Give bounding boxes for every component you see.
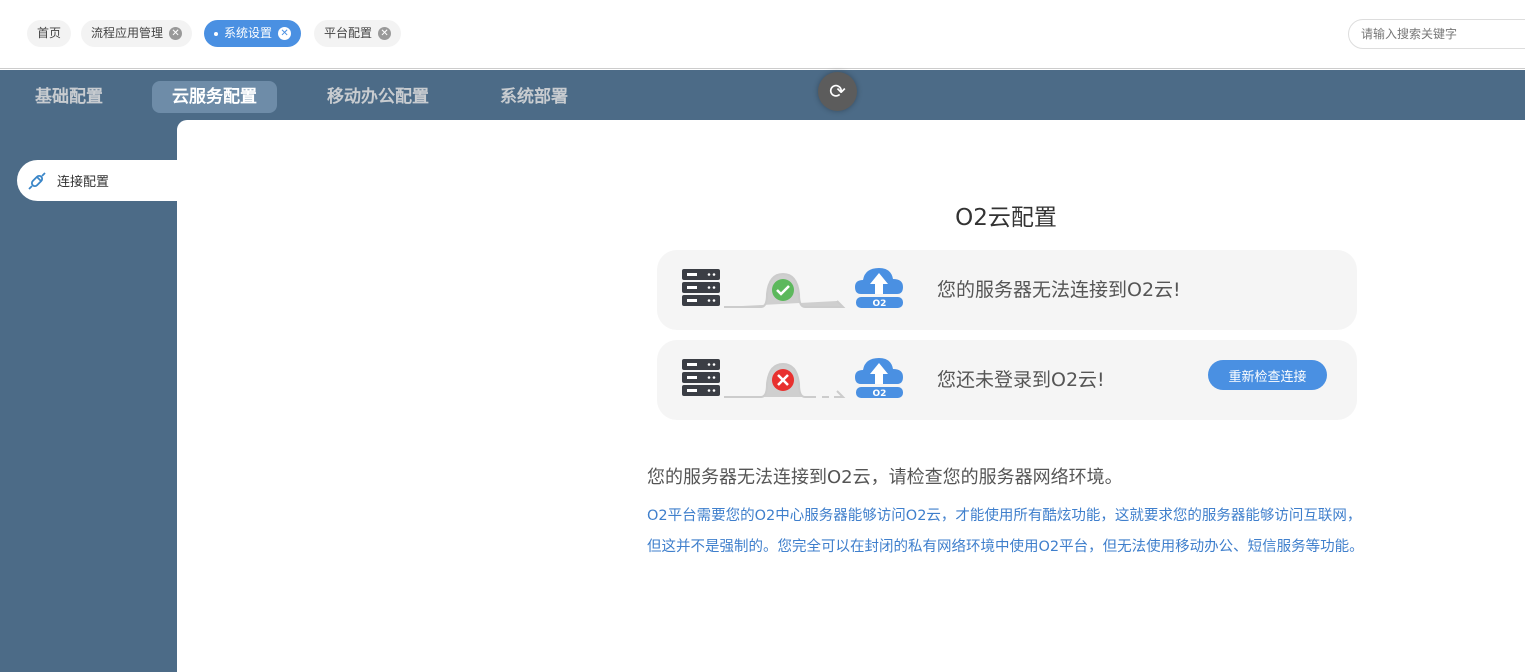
status-card-connection: O2 您的服务器无法连接到O2云! [657,250,1357,330]
connection-ok-icon: O2 [682,268,903,309]
connection-error-icon: O2 [682,358,903,399]
menu-mobile-config[interactable]: 移动办公配置 [307,81,449,113]
close-icon[interactable]: ✕ [169,27,183,40]
tab-home[interactable]: 首页 [27,20,72,47]
tab-platform-config[interactable]: 平台配置 ✕ [314,20,402,47]
menu-basic-config[interactable]: 基础配置 [15,81,123,113]
sidebar-item-connection[interactable]: 连接配置 [17,160,187,201]
refresh-icon[interactable]: ⟳ [818,72,857,111]
tab-label: 平台配置 [324,26,373,40]
tab-label: 系统设置 [224,26,273,40]
tab-label: 流程应用管理 [91,26,164,40]
status-card-login: O2 您还未登录到O2云! 重新检查连接 [657,340,1357,420]
page-title: O2云配置 [955,205,1057,231]
search-input[interactable] [1348,19,1525,49]
tab-system-settings[interactable]: 系统设置 ✕ [204,20,302,47]
tab-label: 首页 [37,26,62,40]
connection-status-text: 您的服务器无法连接到O2云! [937,279,1181,301]
top-bar: 首页 流程应用管理 ✕ 系统设置 ✕ 平台配置 ✕ [0,0,1525,69]
tab-process-app[interactable]: 流程应用管理 ✕ [81,20,193,47]
plug-icon [28,171,46,190]
error-heading: 您的服务器无法连接到O2云，请检查您的服务器网络环境。 [647,467,1123,488]
sidebar-item-label: 连接配置 [57,175,110,190]
close-icon[interactable]: ✕ [378,27,392,40]
menu-cloud-config[interactable]: 云服务配置 [152,81,277,113]
svg-text:O2: O2 [873,299,887,309]
active-dot-icon [214,31,218,36]
content-panel: O2云配置 O2 您的服务器无法连接到O2云! O2 您还未登录到O2云! 重新 [177,120,1525,672]
login-status-text: 您还未登录到O2云! [937,369,1105,391]
menu-system-deploy[interactable]: 系统部署 [480,81,588,113]
close-icon[interactable]: ✕ [278,27,292,40]
description-text: O2平台需要您的O2中心服务器能够访问O2云，才能使用所有酷炫功能，这就要求您的… [647,508,1364,555]
recheck-connection-button[interactable]: 重新检查连接 [1208,360,1327,390]
svg-text:O2: O2 [873,389,887,399]
